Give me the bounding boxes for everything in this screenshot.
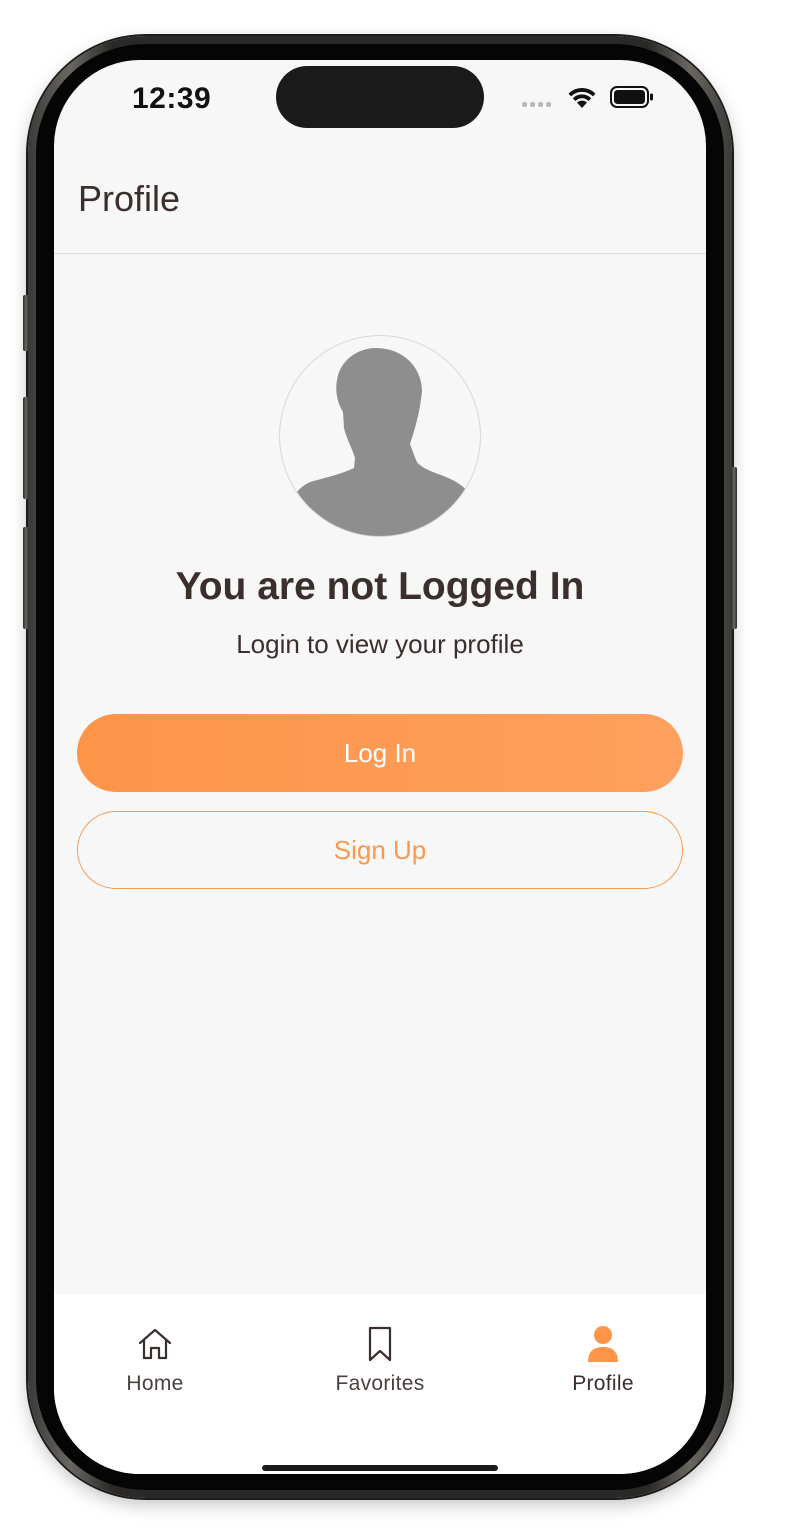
not-logged-in-heading: You are not Logged In xyxy=(175,565,585,608)
signup-button[interactable]: Sign Up xyxy=(77,811,683,889)
tab-home[interactable]: Home xyxy=(75,1294,235,1414)
tab-favorites-label: Favorites xyxy=(335,1372,425,1395)
home-icon xyxy=(138,1328,172,1360)
header-divider xyxy=(54,253,706,254)
status-time: 12:39 xyxy=(132,82,212,115)
page-title: Profile xyxy=(78,178,181,219)
power-button xyxy=(731,467,737,629)
bookmark-icon xyxy=(368,1326,392,1362)
home-indicator xyxy=(262,1465,498,1471)
signup-button-label: Sign Up xyxy=(333,834,427,865)
login-hint-text: Login to view your profile xyxy=(236,629,524,659)
login-button[interactable]: Log In xyxy=(77,714,683,792)
cellular-signal-icon xyxy=(522,102,551,107)
login-button-label: Log In xyxy=(343,737,417,768)
tab-favorites[interactable]: Favorites xyxy=(300,1294,460,1414)
tab-home-label: Home xyxy=(126,1372,184,1395)
tab-profile-label: Profile xyxy=(572,1372,634,1395)
avatar xyxy=(279,335,481,537)
volume-down-button xyxy=(23,527,29,629)
wifi-icon xyxy=(568,87,596,108)
tab-profile[interactable]: Profile xyxy=(523,1294,683,1414)
app-screen: 12:39 Profile You are not Logged In Logi… xyxy=(54,60,706,1474)
tab-bar: Home Favorites Profile xyxy=(54,1294,706,1474)
mute-switch xyxy=(23,295,29,351)
volume-up-button xyxy=(23,397,29,499)
person-silhouette-icon xyxy=(294,348,470,536)
person-icon xyxy=(588,1326,618,1362)
dynamic-island xyxy=(276,66,484,128)
battery-icon xyxy=(610,86,653,108)
